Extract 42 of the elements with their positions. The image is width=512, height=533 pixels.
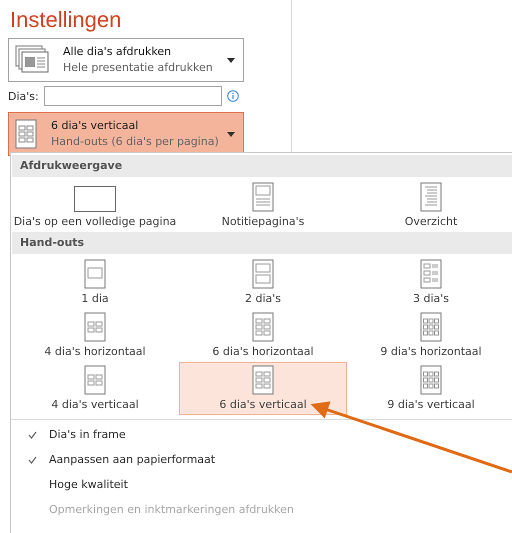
check-icon	[28, 456, 36, 464]
layout-option[interactable]: Notitiepagina's	[179, 179, 347, 232]
page-layout-icon	[84, 312, 106, 342]
menu-option[interactable]: Dia's in frame	[11, 422, 512, 447]
menu-option: Opmerkingen en inktmarkeringen afdrukken	[11, 497, 512, 522]
section-heading: Hand-outs	[12, 232, 512, 254]
page-layout-icon	[420, 182, 442, 212]
layout-option[interactable]: 1 dia	[11, 256, 179, 309]
layout-option[interactable]: 9 dia's horizontaal	[347, 309, 512, 362]
layout-option[interactable]: 3 dia's	[347, 256, 512, 309]
slides-label: Dia's:	[8, 90, 39, 102]
page-layout-icon	[420, 365, 442, 395]
section-heading: Afdrukweergave	[12, 155, 512, 177]
caret-icon	[227, 132, 235, 136]
layout-option[interactable]: 4 dia's verticaal	[11, 362, 179, 415]
info-icon	[226, 90, 239, 102]
page-layout-icon	[252, 259, 274, 289]
layout-option[interactable]: Dia's op een volledige pagina	[11, 179, 179, 232]
page-layout-icon	[252, 182, 274, 212]
layout-option[interactable]: 2 dia's	[179, 256, 347, 309]
layout-option[interactable]: 4 dia's horizontaal	[11, 309, 179, 362]
layout-option[interactable]: Overzicht	[347, 179, 512, 232]
slides-stack-icon	[15, 45, 49, 75]
slide-icon	[74, 186, 116, 212]
layout-option[interactable]: 9 dia's verticaal	[347, 362, 512, 415]
page-layout-icon	[252, 312, 274, 342]
layout-option[interactable]: 6 dia's verticaal	[179, 362, 347, 415]
page-layout-icon	[84, 259, 106, 289]
check-icon	[28, 430, 36, 438]
caret-icon	[227, 58, 235, 62]
layout-option[interactable]: 6 dia's horizontaal	[179, 309, 347, 362]
slides-input-field[interactable]	[44, 86, 222, 106]
menu-option[interactable]: Hoge kwaliteit	[11, 472, 512, 497]
layout-dropdown[interactable]: 6 dia's verticaal Hand-outs (6 dia's per pagina)	[8, 112, 244, 156]
menu-option[interactable]: Aanpassen aan papierformaat	[11, 447, 512, 472]
page-layout-icon	[84, 365, 106, 395]
print-range-dropdown[interactable]: Alle dia's afdrukken Hele presentatie afdrukken	[8, 38, 244, 82]
six-slides-page-icon	[15, 119, 37, 149]
page-layout-icon	[420, 259, 442, 289]
page-layout-icon	[420, 312, 442, 342]
page-layout-icon	[252, 365, 274, 395]
settings-title: Instellingen	[9, 6, 122, 34]
